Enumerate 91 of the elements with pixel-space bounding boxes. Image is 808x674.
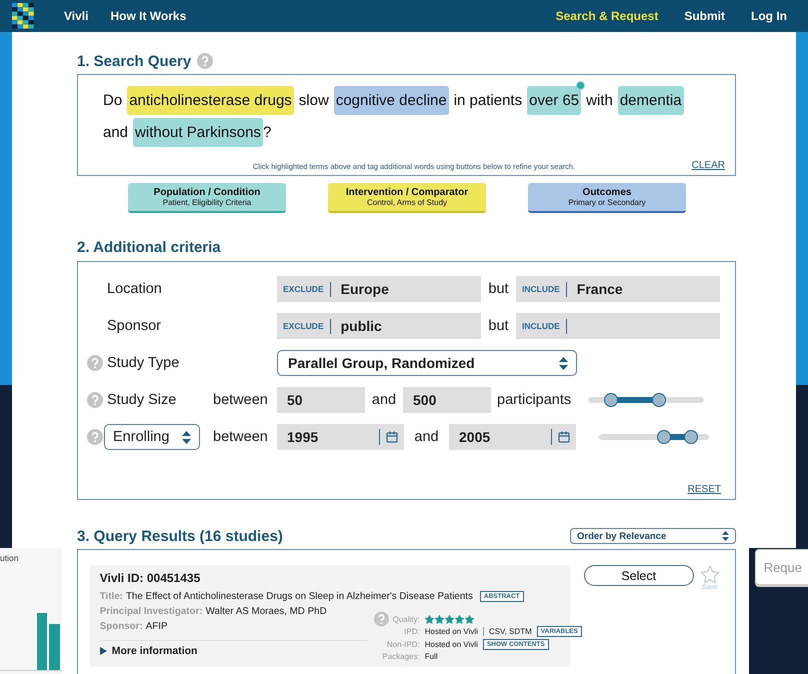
- tag-button[interactable]: Intervention / Comparator Control, Arms of Study: [328, 183, 486, 213]
- number-field[interactable]: 50: [277, 387, 365, 413]
- exclude-tag: EXCLUDE: [277, 282, 331, 296]
- field-label: Principal Investigator:: [100, 605, 203, 619]
- expand-triangle-icon[interactable]: [100, 647, 107, 655]
- star-icon: [424, 614, 434, 624]
- nav-link[interactable]: Submit: [684, 9, 725, 23]
- nav-link[interactable]: Log In: [751, 9, 787, 23]
- section-title: 1. Search Query: [77, 52, 192, 70]
- more-information-link[interactable]: More information: [100, 645, 368, 657]
- tag-button[interactable]: Population / Condition Patient, Eligibility Criteria: [128, 183, 286, 213]
- slider-thumb[interactable]: [656, 430, 671, 444]
- highlighted-term[interactable]: dementia: [618, 86, 684, 114]
- number-field[interactable]: 500: [403, 387, 491, 413]
- date-type-select[interactable]: Enrolling: [104, 424, 200, 450]
- meta-label: Packages:: [381, 652, 420, 662]
- study-id: Vivli ID: 00451435: [100, 571, 202, 585]
- exclude-tag: EXCLUDE: [277, 318, 331, 334]
- bar-chart-drawing: [0, 610, 62, 672]
- logo-icon[interactable]: [12, 3, 34, 29]
- field-label: Location: [107, 281, 163, 297]
- slider-thumb[interactable]: [684, 430, 698, 444]
- star-icon: [444, 614, 454, 624]
- meta-value: Hosted on Vivli: [424, 627, 478, 636]
- range-slider[interactable]: [599, 430, 709, 444]
- field-value: AFIP: [146, 620, 168, 634]
- reset-link[interactable]: RESET: [688, 484, 721, 495]
- tag-button[interactable]: Outcomes Primary or Secondary: [528, 183, 686, 213]
- nav-link[interactable]: How It Works: [110, 9, 186, 23]
- nav-link[interactable]: Search & Request: [556, 9, 658, 23]
- study-type-select[interactable]: Parallel Group, Randomized: [277, 350, 577, 376]
- query-text: and: [103, 122, 128, 142]
- query-text: ?: [262, 122, 272, 142]
- section-title: 3. Query Results (16 studies): [77, 528, 283, 544]
- highlighted-term[interactable]: over 65: [527, 86, 582, 114]
- include-tag: INCLUDE: [516, 318, 567, 334]
- date-field[interactable]: 1995: [277, 424, 404, 450]
- highlighted-term[interactable]: without Parkinsons: [133, 118, 263, 146]
- section-title: 2. Additional criteria: [77, 239, 222, 257]
- meta-label: IPD:: [403, 627, 420, 636]
- slider-thumb[interactable]: [652, 393, 666, 407]
- order-select[interactable]: Order by Relevance: [570, 528, 736, 544]
- field-value: France: [576, 281, 623, 297]
- clear-link[interactable]: CLEAR: [692, 160, 725, 171]
- select-button[interactable]: Select: [584, 565, 694, 586]
- sort-arrows-icon: [182, 430, 191, 444]
- slider-thumb[interactable]: [604, 393, 618, 407]
- joiner-text: but: [487, 281, 510, 297]
- exclude-field[interactable]: EXCLUDE public: [277, 313, 481, 339]
- include-tag: INCLUDE: [516, 282, 567, 296]
- star-icon: [434, 614, 444, 624]
- chart-title: ution: [0, 553, 18, 563]
- calendar-icon[interactable]: [558, 431, 570, 443]
- include-field[interactable]: INCLUDE France: [516, 276, 720, 302]
- range-slider[interactable]: [588, 393, 704, 407]
- star-icon[interactable]: [700, 565, 720, 584]
- between-text: between: [213, 429, 269, 445]
- field-value: public: [340, 318, 382, 334]
- brand-link[interactable]: Vivli: [64, 9, 88, 23]
- field-label: Sponsor:: [100, 620, 143, 634]
- meta-label: Quality:: [392, 614, 420, 624]
- query-text: Do: [103, 90, 122, 110]
- field-label: Sponsor: [107, 318, 162, 334]
- meta-value: Full: [424, 652, 438, 662]
- star-icon: [454, 614, 464, 624]
- field-label: Title:: [100, 590, 123, 604]
- field-value: Europe: [340, 281, 389, 297]
- exclude-field[interactable]: EXCLUDE Europe: [277, 276, 481, 302]
- field-label: Study Type: [107, 355, 180, 371]
- field-value: Walter AS Moraes, MD PhD: [206, 605, 327, 619]
- highlighted-term[interactable]: cognitive decline: [334, 86, 449, 114]
- highlighted-term[interactable]: anticholinesterase drugs: [127, 86, 294, 114]
- include-field[interactable]: INCLUDE: [516, 313, 720, 339]
- unit-text: participants: [497, 392, 572, 408]
- meta-label: Non-IPD:: [386, 640, 420, 649]
- star-icon: [464, 614, 474, 624]
- meta-value: CSV, SDTM: [488, 627, 532, 636]
- between-text: between: [213, 392, 269, 408]
- query-text: in patients: [454, 90, 522, 110]
- meta-value: Hosted on Vivli: [424, 640, 478, 649]
- date-field[interactable]: 2005: [449, 424, 576, 450]
- joiner-text: but: [487, 318, 510, 334]
- sort-arrows-icon: [559, 356, 568, 370]
- query-text: slow: [298, 90, 329, 110]
- field-value: The Effect of Anticholinesterase Drugs on Sleep in Alzheimer's Disease Patients: [126, 590, 473, 604]
- and-text: and: [413, 429, 440, 445]
- query-text: with: [586, 90, 613, 110]
- field-label: Study Size: [107, 392, 178, 408]
- calendar-icon[interactable]: [386, 431, 398, 443]
- sort-arrows-icon: [722, 531, 729, 541]
- and-text: and: [370, 392, 398, 408]
